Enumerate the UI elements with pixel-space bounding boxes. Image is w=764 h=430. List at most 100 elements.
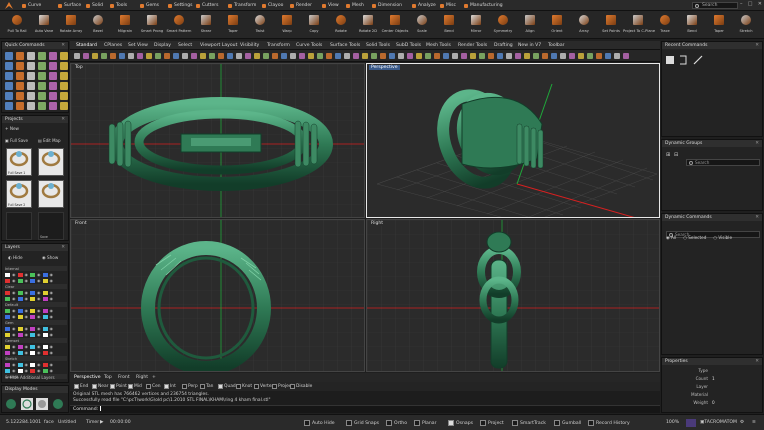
- tool-project-to-c-plane[interactable]: Project To C-Plane: [623, 13, 655, 37]
- layer-group-header[interactable]: Internal: [5, 266, 67, 271]
- viewport-tool-icon[interactable]: [317, 53, 323, 59]
- viewport-tool-icon[interactable]: [596, 53, 602, 59]
- ribbon-tab-view[interactable]: View: [322, 2, 339, 9]
- layer-color-swatch[interactable]: [17, 272, 23, 277]
- toolbar-tab-new-in-v7[interactable]: New in V7: [518, 43, 541, 48]
- tool-copy[interactable]: Copy: [299, 13, 329, 37]
- viewport-tool-icon[interactable]: [254, 53, 260, 59]
- layer-color-swatch[interactable]: [30, 314, 35, 319]
- ghosted-mode-icon[interactable]: [53, 399, 63, 409]
- projects-new-button[interactable]: + New: [5, 126, 19, 131]
- add-viewport-tab-icon[interactable]: +: [152, 375, 156, 380]
- viewport-perspective[interactable]: Perspective: [366, 63, 660, 218]
- layer-group-header[interactable]: Sketch: [5, 356, 67, 361]
- viewport-tool-icon[interactable]: [326, 53, 332, 59]
- toolbar-tab-display[interactable]: Display: [154, 43, 171, 48]
- layer-color-swatch[interactable]: [17, 278, 23, 283]
- layer-color-swatch[interactable]: [5, 344, 10, 349]
- eye-icon[interactable]: ◉: [25, 362, 29, 367]
- ribbon-tab-transform[interactable]: Transform: [228, 2, 256, 9]
- viewport-tool-icon[interactable]: [182, 53, 188, 59]
- eye-icon[interactable]: ◉: [50, 344, 54, 349]
- ribbon-tab-misc[interactable]: Misc: [440, 2, 456, 9]
- osnap-checkbox[interactable]: [254, 384, 259, 389]
- eye-icon[interactable]: ◉: [50, 368, 54, 373]
- viewport-tool-icon[interactable]: [560, 53, 566, 59]
- osnap-checkbox[interactable]: [218, 384, 223, 389]
- viewport-tool-icon[interactable]: [605, 53, 611, 59]
- ribbon-tab-solid[interactable]: Solid: [86, 2, 103, 9]
- command-line[interactable]: Command:: [70, 405, 660, 413]
- eye-icon[interactable]: ◉: [37, 332, 41, 337]
- status-toggle-smarttrack[interactable]: SmartTrack: [512, 420, 546, 426]
- quick-command-icon[interactable]: [49, 72, 57, 80]
- status-menu-icon[interactable]: ≡: [752, 420, 756, 425]
- eye-icon[interactable]: ◉: [37, 350, 41, 355]
- viewport-tool-icon[interactable]: [362, 53, 368, 59]
- layer-row[interactable]: ◉ ◉ ◉ ◉: [5, 290, 67, 295]
- viewport-tool-icon[interactable]: [461, 53, 467, 59]
- toolbar-tab-curve-tools[interactable]: Curve Tools: [296, 43, 322, 48]
- eye-icon[interactable]: ◉: [12, 314, 16, 319]
- eye-icon[interactable]: ◉: [25, 350, 29, 355]
- layer-color-swatch[interactable]: [30, 332, 35, 337]
- viewport-tab-front[interactable]: Front: [118, 375, 130, 380]
- toolbar-tab-visibility[interactable]: Visibility: [240, 43, 259, 48]
- viewport-tool-icon[interactable]: [83, 53, 89, 59]
- eye-icon[interactable]: ◉: [37, 290, 41, 295]
- maximize-button[interactable]: □: [748, 1, 753, 10]
- viewport-tool-icon[interactable]: [245, 53, 251, 59]
- tool-bezel[interactable]: Bezel: [83, 13, 113, 37]
- layer-color-swatch[interactable]: [42, 332, 48, 337]
- timer-play-icon[interactable]: ▶: [100, 420, 104, 425]
- layer-color-swatch[interactable]: [17, 332, 23, 337]
- eye-icon[interactable]: ◉: [25, 278, 29, 283]
- osnap-quad[interactable]: Quad: [218, 384, 236, 389]
- layer-row[interactable]: ◉ ◉ ◉ ◉: [5, 272, 67, 277]
- toolbar-tab-cplanes[interactable]: CPlanes: [104, 43, 122, 48]
- osnap-point[interactable]: Point: [110, 384, 127, 389]
- ribbon-tab-curve[interactable]: Curve: [22, 2, 41, 9]
- osnap-checkbox[interactable]: [128, 384, 133, 389]
- ribbon-tab-settings[interactable]: Settings: [168, 2, 192, 9]
- layer-color-swatch[interactable]: [30, 344, 35, 349]
- hide-additional-layers-button[interactable]: ≡ Hide Additional Layers: [5, 375, 55, 380]
- tool-bend[interactable]: Bend: [434, 13, 464, 37]
- eye-icon[interactable]: ◉: [12, 272, 16, 277]
- viewport-tool-icon[interactable]: [74, 53, 80, 59]
- viewport-tool-icon[interactable]: [290, 53, 296, 59]
- tool-smart-prong[interactable]: Smart Prong: [137, 13, 167, 37]
- status-toggle-checkbox[interactable]: [554, 420, 560, 426]
- status-toggle-checkbox[interactable]: [588, 420, 594, 426]
- viewport-tool-icon[interactable]: [614, 53, 620, 59]
- ribbon-tab-clayoo[interactable]: Clayoo: [262, 2, 283, 9]
- ribbon-tab-analyze[interactable]: Analyze: [412, 2, 436, 9]
- eye-icon[interactable]: ◉: [50, 326, 54, 331]
- eye-icon[interactable]: ◉: [37, 272, 41, 277]
- eye-icon[interactable]: ◉: [12, 290, 16, 295]
- toolbar-tab-standard[interactable]: Standard: [76, 43, 97, 48]
- tool-trace[interactable]: Trace: [650, 13, 680, 37]
- tool-warp[interactable]: Warp: [272, 13, 302, 37]
- quick-command-icon[interactable]: [49, 52, 57, 60]
- project-thumbnail[interactable]: [38, 180, 64, 208]
- eye-icon[interactable]: ◉: [12, 308, 16, 313]
- eye-icon[interactable]: ◉: [50, 332, 54, 337]
- viewport-tool-icon[interactable]: [110, 53, 116, 59]
- toolbar-tab-drafting[interactable]: Drafting: [494, 43, 513, 48]
- app-logo-icon[interactable]: [4, 1, 14, 10]
- quick-command-icon[interactable]: [5, 62, 13, 70]
- viewport-tab-top[interactable]: Top: [104, 375, 112, 380]
- toolbar-tab-surface-tools[interactable]: Surface Tools: [330, 43, 360, 48]
- layer-color-swatch[interactable]: [17, 368, 23, 373]
- tool-taper[interactable]: Taper: [704, 13, 734, 37]
- status-toggle-planar[interactable]: Planar: [414, 420, 436, 426]
- viewport-tool-icon[interactable]: [209, 53, 215, 59]
- eye-icon[interactable]: ◉: [50, 272, 54, 277]
- layer-color-swatch[interactable]: [5, 362, 10, 367]
- eye-icon[interactable]: ◉: [37, 314, 41, 319]
- eye-icon[interactable]: ◉: [25, 332, 29, 337]
- eye-icon[interactable]: ◉: [50, 308, 54, 313]
- viewport-tool-icon[interactable]: [263, 53, 269, 59]
- eye-icon[interactable]: ◉: [37, 326, 41, 331]
